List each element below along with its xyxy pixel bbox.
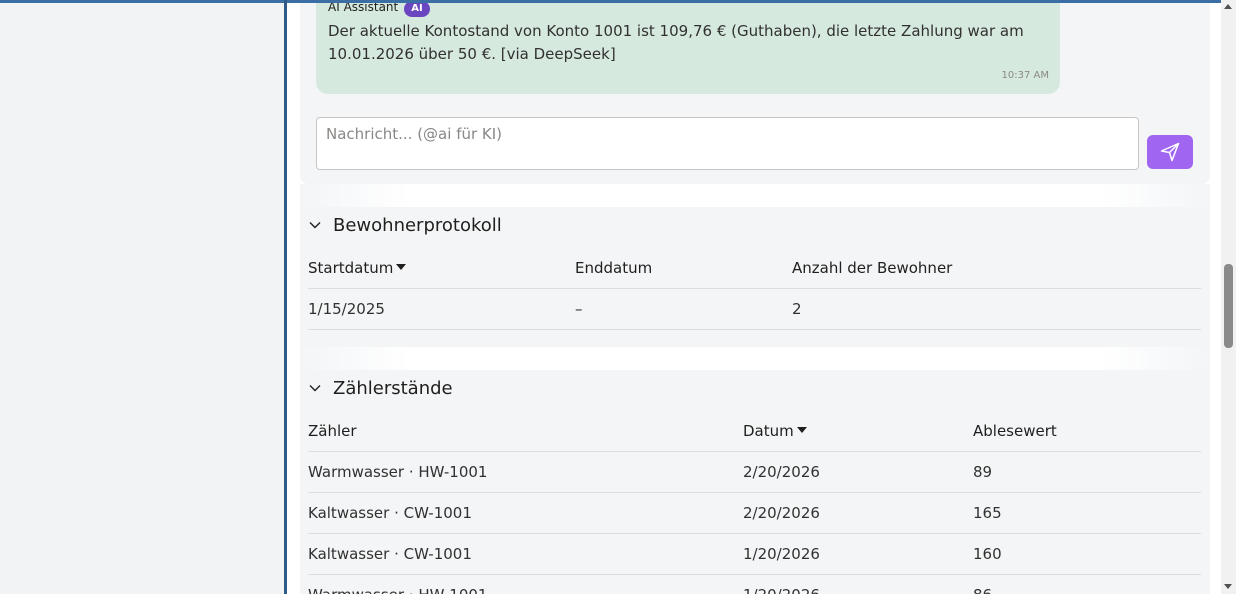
cell-zaehler: Kaltwasser · CW-1001: [308, 545, 472, 563]
table-row[interactable]: Warmwasser · HW-1001 1/20/2026 86: [308, 575, 1201, 594]
message-input-placeholder: Nachricht... (@ai für KI): [326, 125, 503, 143]
table-row[interactable]: Kaltwasser · CW-1001 1/20/2026 160: [308, 534, 1201, 575]
scroll-up-icon[interactable]: [1224, 4, 1232, 9]
scrollbar-thumb[interactable]: [1224, 264, 1233, 348]
cell-zaehler: Kaltwasser · CW-1001: [308, 504, 472, 522]
table-row[interactable]: 1/15/2025 – 2: [308, 289, 1201, 330]
ai-badge: AI: [404, 3, 430, 17]
message-text: Der aktuelle Kontostand von Konto 1001 i…: [328, 22, 1024, 63]
sort-down-icon: [396, 264, 407, 270]
table-row[interactable]: Warmwasser · HW-1001 2/20/2026 89: [308, 452, 1201, 493]
cell-ablesewert: 89: [973, 463, 993, 481]
meter-readings-grid-header: Zähler Datum Ablesewert: [308, 411, 1201, 452]
message-time: 10:37 AM: [1001, 70, 1049, 81]
cell-zaehler: Warmwasser · HW-1001: [308, 586, 487, 594]
cell-startdatum: 1/15/2025: [308, 300, 385, 318]
resident-log-header[interactable]: Bewohnerprotokoll: [308, 213, 502, 237]
column-header-startdatum[interactable]: Startdatum: [308, 259, 407, 277]
chevron-down-icon: [309, 222, 321, 229]
cell-datum: 2/20/2026: [743, 504, 820, 522]
cell-ablesewert: 165: [973, 504, 1002, 522]
cell-anzahl: 2: [792, 300, 802, 318]
message-input[interactable]: Nachricht... (@ai für KI): [316, 117, 1139, 170]
vertical-scrollbar[interactable]: [1221, 0, 1236, 594]
section-separator: [300, 184, 1210, 207]
main-content: AI Assistant AI Der aktuelle Kontostand …: [287, 3, 1221, 594]
message-sender: AI Assistant: [328, 3, 399, 14]
column-header-zaehler[interactable]: Zähler: [308, 422, 357, 440]
left-pane: [0, 3, 285, 594]
meter-readings-header[interactable]: Zählerstände: [308, 376, 453, 400]
cell-datum: 2/20/2026: [743, 463, 820, 481]
chat-panel: AI Assistant AI Der aktuelle Kontostand …: [300, 3, 1210, 184]
section-title: Bewohnerprotokoll: [333, 214, 502, 236]
cell-enddatum: –: [575, 300, 583, 318]
column-header-datum[interactable]: Datum: [743, 422, 807, 440]
scroll-down-icon[interactable]: [1224, 584, 1232, 589]
sort-down-icon: [796, 427, 807, 433]
send-button[interactable]: [1147, 135, 1193, 169]
ai-message-bubble: AI Assistant AI Der aktuelle Kontostand …: [316, 3, 1060, 94]
column-header-ablesewert[interactable]: Ablesewert: [973, 422, 1057, 440]
column-header-enddatum[interactable]: Enddatum: [575, 259, 652, 277]
meter-readings-section: Zählerstände Zähler Datum Ablesewert War…: [300, 370, 1210, 594]
section-separator: [300, 347, 1210, 370]
cell-datum: 1/20/2026: [743, 586, 820, 594]
cell-ablesewert: 86: [973, 586, 992, 594]
cell-datum: 1/20/2026: [743, 545, 820, 563]
resident-log-section: Bewohnerprotokoll Startdatum Enddatum An…: [300, 207, 1210, 347]
section-title: Zählerstände: [333, 377, 453, 399]
column-header-anzahl[interactable]: Anzahl der Bewohner: [792, 259, 952, 277]
resident-log-grid-header: Startdatum Enddatum Anzahl der Bewohner: [308, 248, 1201, 289]
table-row[interactable]: Kaltwasser · CW-1001 2/20/2026 165: [308, 493, 1201, 534]
cell-zaehler: Warmwasser · HW-1001: [308, 463, 488, 481]
send-icon: [1160, 142, 1180, 162]
cell-ablesewert: 160: [973, 545, 1002, 563]
chevron-down-icon: [309, 385, 321, 392]
